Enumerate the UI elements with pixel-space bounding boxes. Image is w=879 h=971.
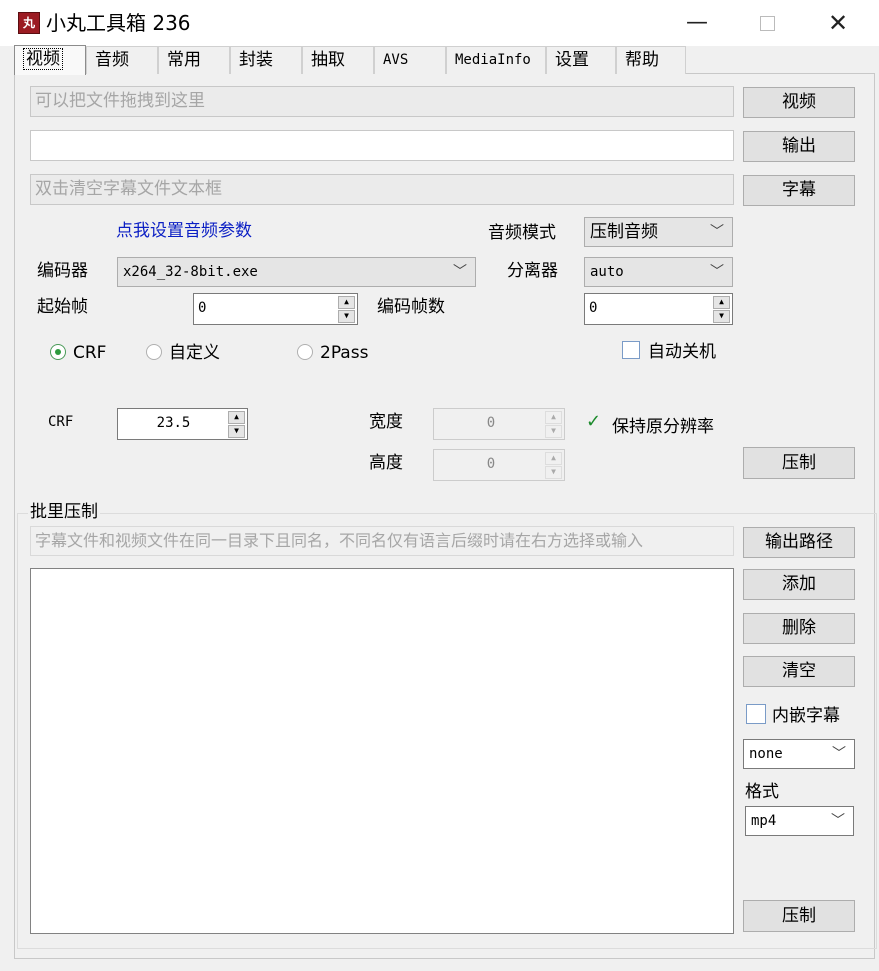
spin-down-icon[interactable]: ▼: [228, 425, 245, 438]
spin-down-icon[interactable]: ▼: [338, 310, 355, 323]
height-value: 0: [486, 456, 496, 472]
splitter-value: auto: [590, 264, 624, 280]
spin-up-icon[interactable]: ▲: [338, 296, 355, 309]
radio-custom[interactable]: [146, 344, 162, 360]
start-frame-value: 0: [198, 300, 207, 316]
delete-button[interactable]: 删除: [743, 613, 855, 644]
subtitle-lang-select[interactable]: none ﹀: [743, 739, 855, 769]
maximize-icon: [759, 15, 775, 31]
tab-common[interactable]: 常用: [158, 46, 230, 74]
radio-2pass[interactable]: [297, 344, 313, 360]
keep-resolution-checkbox[interactable]: [585, 411, 603, 433]
app-icon: 丸: [18, 12, 40, 34]
audio-mode-select[interactable]: 压制音频 ﹀: [584, 217, 733, 247]
encoder-value: x264_32-8bit.exe: [123, 264, 258, 280]
height-spinner[interactable]: 0 ▲ ▼: [433, 449, 565, 481]
output-button[interactable]: 输出: [743, 131, 855, 162]
video-button[interactable]: 视频: [743, 87, 855, 118]
close-button[interactable]: ✕: [808, 0, 868, 46]
spin-down-icon[interactable]: ▼: [713, 310, 730, 323]
auto-shutdown-label[interactable]: 自动关机: [648, 340, 716, 364]
tab-video[interactable]: 视频: [14, 45, 86, 75]
subtitle-button[interactable]: 字幕: [743, 175, 855, 206]
splitter-label: 分离器: [507, 261, 558, 281]
tab-label: 视频: [23, 48, 63, 70]
tab-mux[interactable]: 封装: [230, 46, 302, 74]
format-value: mp4: [751, 813, 777, 829]
start-frame-label: 起始帧: [37, 297, 88, 317]
chevron-down-icon: ﹀: [831, 813, 845, 829]
width-spinner[interactable]: 0 ▲ ▼: [433, 408, 565, 440]
radio-custom-label[interactable]: 自定义: [169, 341, 220, 365]
batch-hint-field[interactable]: 字幕文件和视频文件在同一目录下且同名，不同名仅有语言后缀时请在右方选择或输入: [30, 526, 734, 556]
batch-legend: 批里压制: [28, 500, 100, 524]
format-label: 格式: [745, 782, 779, 802]
tab-help[interactable]: 帮助: [616, 46, 686, 74]
keep-resolution-label[interactable]: 保持原分辨率: [612, 415, 714, 439]
batch-encode-button[interactable]: 压制: [743, 900, 855, 932]
window-title: 小丸工具箱 236: [46, 11, 191, 35]
chevron-down-icon: ﹀: [832, 746, 846, 762]
spin-up-icon[interactable]: ▲: [228, 411, 245, 424]
tab-bar: 视频 音频 常用 封装 抽取 AVS MediaInfo 设置 帮助: [14, 45, 686, 75]
chevron-down-icon: ﹀: [453, 264, 467, 280]
spin-up-icon[interactable]: ▲: [713, 296, 730, 309]
crf-value: 23.5: [156, 415, 191, 431]
radio-crf[interactable]: [50, 344, 66, 360]
chevron-down-icon: ﹀: [710, 264, 724, 280]
width-label: 宽度: [369, 412, 403, 432]
radio-crf-label[interactable]: CRF: [73, 341, 106, 365]
crf-label: CRF: [48, 414, 74, 430]
spin-down-icon: ▼: [545, 425, 562, 438]
embed-subtitle-checkbox[interactable]: [746, 704, 766, 724]
audio-mode-value: 压制音频: [590, 222, 658, 242]
width-value: 0: [486, 415, 496, 431]
encoder-label: 编码器: [37, 261, 88, 281]
tab-avs[interactable]: AVS: [374, 46, 446, 74]
height-label: 高度: [369, 453, 403, 473]
subtitle-lang-value: none: [749, 746, 783, 762]
format-select[interactable]: mp4 ﹀: [745, 806, 854, 836]
spin-down-icon: ▼: [545, 466, 562, 479]
frame-count-value: 0: [589, 300, 598, 316]
crf-spinner[interactable]: 23.5 ▲ ▼: [117, 408, 248, 440]
auto-shutdown-checkbox[interactable]: [622, 341, 640, 359]
start-frame-spinner[interactable]: 0 ▲ ▼: [193, 293, 358, 325]
frame-count-label: 编码帧数: [377, 297, 445, 317]
output-path-button[interactable]: 输出路径: [743, 527, 855, 558]
maximize-button[interactable]: [737, 0, 797, 46]
splitter-select[interactable]: auto ﹀: [584, 257, 733, 287]
subtitle-field[interactable]: 双击清空字幕文件文本框: [30, 174, 734, 205]
tab-extract[interactable]: 抽取: [302, 46, 374, 74]
spin-up-icon: ▲: [545, 452, 562, 465]
audio-mode-label: 音频模式: [488, 223, 556, 243]
batch-file-list[interactable]: [30, 568, 734, 934]
add-button[interactable]: 添加: [743, 569, 855, 600]
video-input-field[interactable]: 可以把文件拖拽到这里: [30, 86, 734, 117]
chevron-down-icon: ﹀: [710, 224, 724, 240]
output-field[interactable]: [30, 130, 734, 161]
tab-audio[interactable]: 音频: [86, 46, 158, 74]
minimize-button[interactable]: —: [667, 0, 727, 46]
spin-up-icon: ▲: [545, 411, 562, 424]
tab-mediainfo[interactable]: MediaInfo: [446, 46, 546, 74]
encoder-select[interactable]: x264_32-8bit.exe ﹀: [117, 257, 476, 287]
encode-button[interactable]: 压制: [743, 447, 855, 479]
audio-params-link[interactable]: 点我设置音频参数: [116, 219, 252, 243]
clear-button[interactable]: 清空: [743, 656, 855, 687]
tab-settings[interactable]: 设置: [546, 46, 616, 74]
frame-count-spinner[interactable]: 0 ▲ ▼: [584, 293, 733, 325]
radio-2pass-label[interactable]: 2Pass: [320, 341, 368, 365]
embed-subtitle-label[interactable]: 内嵌字幕: [772, 704, 840, 728]
